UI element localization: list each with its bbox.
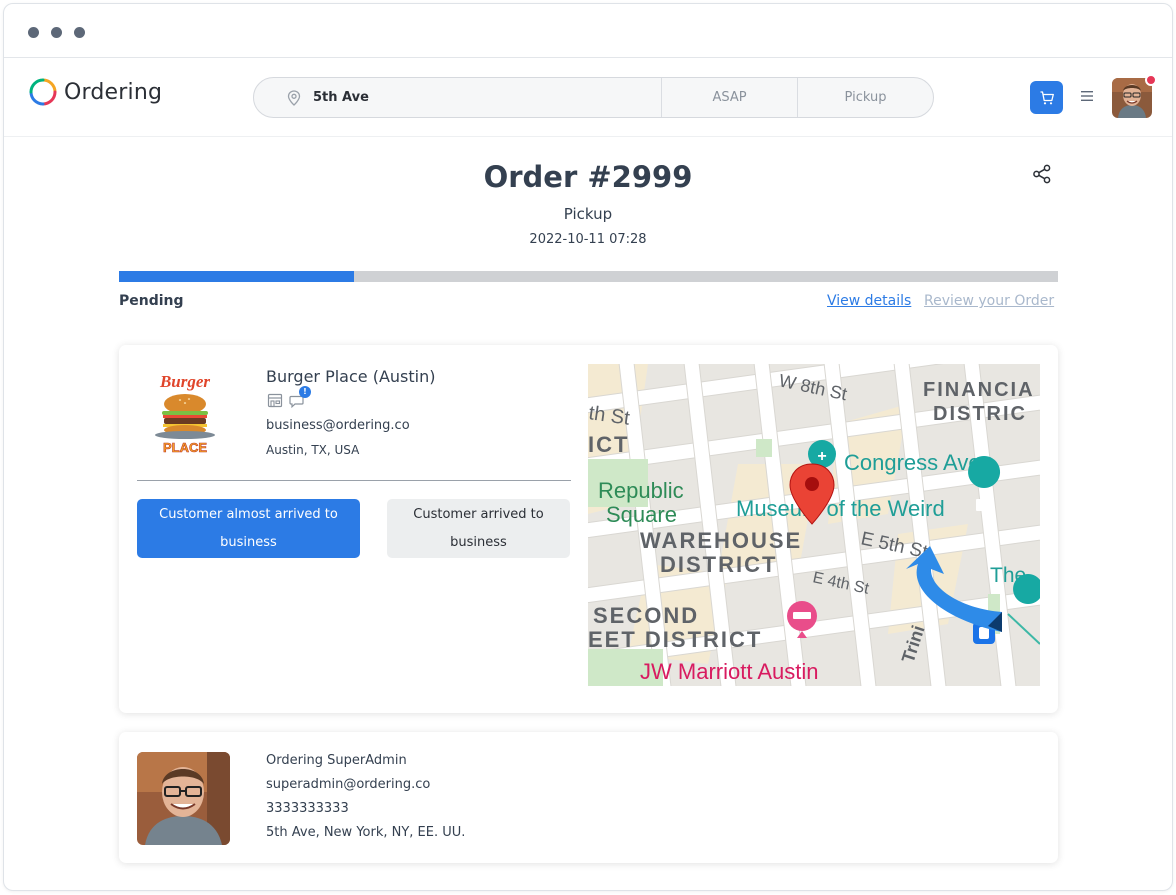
customer-email: superadmin@ordering.co bbox=[266, 777, 431, 792]
business-email: business@ordering.co bbox=[266, 418, 410, 433]
view-details-link[interactable]: View details bbox=[827, 293, 911, 309]
customer-photo bbox=[137, 752, 230, 845]
svg-text:Burger: Burger bbox=[159, 372, 210, 391]
svg-text:SECOND: SECOND bbox=[593, 603, 699, 628]
brand-logo[interactable]: Ordering bbox=[29, 78, 162, 106]
order-title: Order #2999 bbox=[483, 160, 693, 194]
business-name: Burger Place (Austin) bbox=[266, 367, 436, 386]
cart-icon bbox=[1040, 90, 1054, 104]
order-type: Pickup bbox=[563, 205, 613, 223]
customer-card: Ordering SuperAdmin superadmin@ordering.… bbox=[119, 732, 1058, 863]
window-maximize-dot[interactable] bbox=[74, 27, 85, 38]
business-card: Burger PLACE Burger Place (Austin) ! bus… bbox=[119, 345, 1058, 713]
svg-text:WAREHOUSE: WAREHOUSE bbox=[640, 528, 802, 553]
chat-button[interactable]: ! bbox=[289, 386, 311, 409]
review-order-link[interactable]: Review your Order bbox=[924, 293, 1054, 309]
svg-text:+: + bbox=[817, 448, 826, 465]
svg-text:Square: Square bbox=[606, 502, 677, 527]
business-actions: ! bbox=[267, 386, 311, 409]
map-pin-icon bbox=[287, 89, 301, 106]
store-icon[interactable] bbox=[267, 393, 283, 408]
ordering-logo-icon bbox=[29, 78, 57, 106]
cart-button[interactable] bbox=[1030, 81, 1063, 114]
svg-text:JW Marriott Austin: JW Marriott Austin bbox=[640, 659, 818, 684]
svg-text:DISTRIC: DISTRIC bbox=[933, 403, 1027, 425]
hamburger-icon[interactable] bbox=[1080, 89, 1094, 103]
window-close-dot[interactable] bbox=[28, 27, 39, 38]
order-progress-bar bbox=[119, 271, 1058, 282]
business-logo: Burger PLACE bbox=[155, 372, 215, 455]
map-view: W 8th St th St FINANCIA DISTRIC ICT + Co… bbox=[588, 364, 1040, 686]
svg-text:PLACE: PLACE bbox=[163, 440, 207, 455]
share-icon[interactable] bbox=[1032, 164, 1052, 184]
chat-unread-badge: ! bbox=[299, 386, 311, 398]
customer-name: Ordering SuperAdmin bbox=[266, 753, 407, 768]
customer-almost-arrived-button[interactable]: Customer almost arrived to business bbox=[137, 499, 360, 558]
notification-badge bbox=[1145, 74, 1157, 86]
browser-window: Ordering 5th Ave ASAP Pickup Order #2999… bbox=[3, 3, 1173, 891]
address-selector[interactable]: 5th Ave bbox=[254, 78, 662, 117]
customer-address: 5th Ave, New York, NY, EE. UU. bbox=[266, 825, 466, 840]
order-progress-fill bbox=[119, 271, 354, 282]
location-map[interactable]: W 8th St th St FINANCIA DISTRIC ICT + Co… bbox=[588, 364, 1040, 686]
time-selector[interactable]: ASAP bbox=[662, 78, 798, 117]
svg-text:Museum of the Weird: Museum of the Weird bbox=[736, 496, 945, 521]
address-value: 5th Ave bbox=[313, 90, 369, 105]
svg-text:FINANCIA: FINANCIA bbox=[923, 379, 1035, 401]
customer-arrived-button[interactable]: Customer arrived to business bbox=[387, 499, 570, 558]
app-header: Ordering 5th Ave ASAP Pickup bbox=[4, 59, 1172, 137]
window-titlebar bbox=[4, 4, 1172, 58]
delivery-mode-selector[interactable]: Pickup bbox=[798, 78, 933, 117]
section-divider bbox=[137, 480, 571, 481]
order-options-bar: 5th Ave ASAP Pickup bbox=[253, 77, 934, 118]
customer-phone: 3333333333 bbox=[266, 801, 349, 816]
order-status: Pending bbox=[119, 293, 184, 309]
svg-text:EET DISTRICT: EET DISTRICT bbox=[588, 627, 762, 652]
brand-name: Ordering bbox=[64, 79, 163, 105]
svg-text:DISTRICT: DISTRICT bbox=[660, 552, 777, 577]
svg-text:ICT: ICT bbox=[588, 432, 629, 457]
window-minimize-dot[interactable] bbox=[51, 27, 62, 38]
svg-text:Republic: Republic bbox=[598, 478, 684, 503]
svg-text:Congress Ave: Congress Ave bbox=[844, 450, 981, 475]
order-date: 2022-10-11 07:28 bbox=[529, 232, 647, 247]
business-address: Austin, TX, USA bbox=[266, 443, 360, 457]
